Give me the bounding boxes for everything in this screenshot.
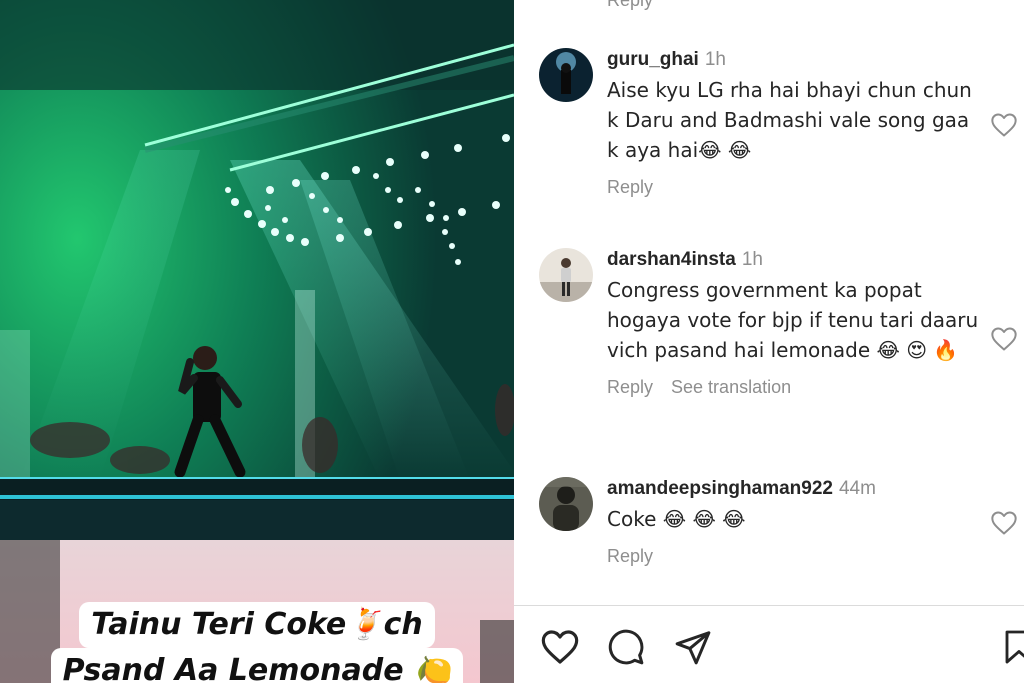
comment-username[interactable]: guru_ghai (607, 49, 699, 70)
reply-button[interactable]: Reply (607, 177, 653, 197)
heart-icon[interactable] (540, 628, 580, 666)
comment-body: guru_ghai 1h Aise kyu LG rha hai bhayi ch… (607, 48, 982, 198)
reply-link[interactable]: Reply (607, 0, 653, 11)
comment-item: amandeepsinghaman922 44m Coke 😂 😂 😂 Reply (539, 477, 1024, 587)
comment-header: amandeepsinghaman922 44m (607, 477, 982, 501)
instagram-post-view: Tainu Teri Coke🍹ch Psand Aa Lemonade 🍋 R… (0, 0, 1024, 683)
video-player[interactable]: Tainu Teri Coke🍹ch Psand Aa Lemonade 🍋 (0, 0, 514, 683)
comments-panel: Reply guru_ghai 1h Aise kyu LG rha hai bh… (514, 0, 1024, 683)
concert-stage-scene (0, 0, 514, 683)
avatar[interactable] (539, 248, 593, 302)
like-comment-heart-icon[interactable] (990, 112, 1018, 138)
like-comment-heart-icon[interactable] (990, 510, 1018, 536)
comment-timestamp: 1h (741, 249, 763, 270)
comment-header: guru_ghai 1h (607, 48, 982, 72)
comment-item: guru_ghai 1h Aise kyu LG rha hai bhayi ch… (539, 48, 1024, 218)
share-icon[interactable] (674, 628, 712, 666)
comment-icon[interactable] (607, 628, 645, 666)
like-comment-heart-icon[interactable] (990, 326, 1018, 352)
comment-text: Coke 😂 😂 😂 (607, 507, 746, 531)
reply-button[interactable]: Reply (607, 377, 653, 397)
reply-button[interactable]: Reply (607, 546, 653, 566)
comment-actions: Reply (607, 177, 982, 198)
divider (514, 605, 1024, 606)
see-translation-link[interactable]: See translation (671, 377, 791, 397)
comment-username[interactable]: amandeepsinghaman922 (607, 478, 833, 499)
comment-timestamp: 44m (838, 478, 876, 499)
comment-timestamp: 1h (704, 49, 726, 70)
comment-text: Aise kyu LG rha hai bhayi chun chun k Da… (607, 78, 972, 162)
avatar[interactable] (539, 477, 593, 531)
comment-text: Congress government ka popat hogaya vote… (607, 278, 979, 362)
comment-body: amandeepsinghaman922 44m Coke 😂 😂 😂 Reply (607, 477, 982, 567)
comment-item: darshan4insta 1h Congress government ka p… (539, 248, 1024, 448)
comment-actions: Reply (607, 546, 982, 567)
caption-line-2: Psand Aa Lemonade 🍋 (0, 648, 514, 683)
comment-actions: Reply See translation (607, 377, 982, 398)
bookmark-icon[interactable] (1004, 628, 1024, 666)
comment-username[interactable]: darshan4insta (607, 249, 736, 270)
caption-line-1: Tainu Teri Coke🍹ch (0, 602, 514, 648)
comment-header: darshan4insta 1h (607, 248, 982, 272)
comment-body: darshan4insta 1h Congress government ka p… (607, 248, 982, 398)
avatar[interactable] (539, 48, 593, 102)
